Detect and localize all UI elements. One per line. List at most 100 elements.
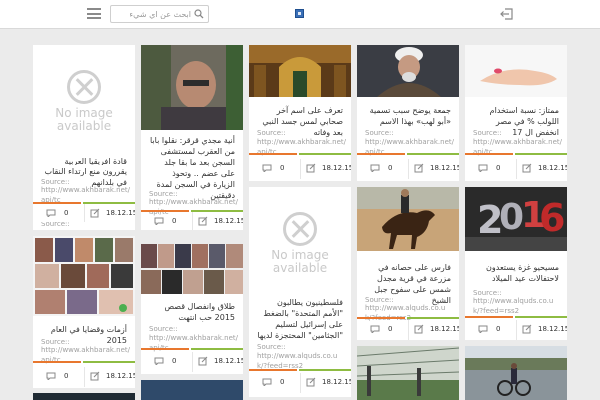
card-date: 18.12.15 (106, 209, 135, 217)
comment-icon[interactable] (154, 217, 164, 225)
comment-icon[interactable] (370, 164, 380, 172)
comment-count: 0 (280, 164, 285, 172)
card-footer: 0 18.12.15 (141, 212, 243, 230)
site-logo-icon[interactable] (295, 9, 304, 18)
edit-icon[interactable] (522, 324, 532, 334)
no-image-icon (283, 212, 317, 246)
edit-icon[interactable] (198, 216, 208, 226)
card-date: 18.12.15 (430, 325, 459, 333)
news-card[interactable]: No image available فلسطينيون يطالبون "ال… (249, 187, 351, 397)
comment-count: 0 (280, 378, 285, 386)
card-image[interactable] (33, 236, 135, 316)
no-image-icon (67, 70, 101, 104)
card-color-bar (465, 316, 567, 318)
comment-count: 0 (388, 164, 393, 172)
news-card[interactable]: أزمات وقضايا في العام 2015 Source:: http… (33, 236, 135, 388)
logout-icon[interactable] (500, 7, 514, 21)
comment-count: 0 (64, 372, 69, 380)
edit-icon[interactable] (90, 371, 100, 381)
card-date: 18.12.15 (214, 357, 243, 365)
comment-icon[interactable] (370, 325, 380, 333)
edit-icon[interactable] (306, 377, 316, 387)
edit-icon[interactable] (522, 163, 532, 173)
card-image[interactable] (357, 346, 459, 400)
comment-icon[interactable] (478, 164, 488, 172)
card-image[interactable] (465, 45, 567, 97)
card-image[interactable] (357, 45, 459, 97)
card-footer: 0 18.12.15 (249, 373, 351, 393)
news-card[interactable] (33, 393, 135, 400)
no-image-label: No image available (55, 106, 113, 133)
comment-icon[interactable] (46, 372, 56, 380)
comment-count: 0 (172, 217, 177, 225)
card-title[interactable]: مسيحيو غزة يستعدون لاحتفالات عيد الميلاد (473, 262, 559, 284)
card-color-bar (33, 361, 135, 363)
hamburger-menu-icon[interactable] (87, 8, 101, 19)
card-color-bar (249, 153, 351, 155)
search-box[interactable] (110, 5, 209, 23)
card-title[interactable]: طلاق وانفصال قصص 2015 حب انتهت (149, 301, 235, 323)
news-card[interactable]: جمعة يوضح سبب تسمية «أبو لهب» بهذا الاسم… (357, 45, 459, 181)
news-card[interactable]: تعرف على اسم آخر صحابي لمس جسد النبي بعد… (249, 45, 351, 181)
card-date: 18.12.15 (538, 325, 567, 333)
card-date: 18.12.15 (322, 378, 351, 386)
card-date: 18.12.15 (430, 164, 459, 172)
card-source-url[interactable]: http://www.alquds.co.uk/?feed=rss2 (473, 296, 563, 316)
edit-icon[interactable] (198, 356, 208, 366)
card-footer: 0 18.12.15 (465, 159, 567, 179)
comment-icon[interactable] (46, 209, 56, 217)
no-image-label: No image available (271, 248, 329, 275)
card-image[interactable]: 2 0 1 6 (465, 187, 567, 251)
card-image[interactable] (465, 346, 567, 400)
card-image[interactable] (33, 393, 135, 400)
comment-count: 0 (388, 325, 393, 333)
sheikh-photo (357, 45, 459, 97)
comment-icon[interactable] (154, 357, 164, 365)
card-footer: 0 18.12.15 (357, 159, 459, 179)
news-card-meta: قادة افريقيا العربية يقررون منع ارتداء ا… (33, 165, 135, 222)
svg-text:6: 6 (539, 196, 565, 240)
card-footer: 0 18.12.15 (33, 204, 135, 222)
card-date: 18.12.15 (322, 164, 351, 172)
search-input[interactable] (113, 8, 191, 20)
news-card[interactable] (357, 346, 459, 400)
horse-rider-photo (357, 187, 459, 251)
card-title[interactable]: فلسطينيون يطالبون "الأمم المتحدة" بالضغط… (257, 297, 343, 341)
card-image[interactable] (141, 45, 243, 130)
card-date: 18.12.15 (538, 164, 567, 172)
couples-collage-photo (141, 244, 243, 294)
card-footer: 0 18.12.15 (33, 367, 135, 387)
card-footer: 0 18.12.15 (249, 159, 351, 179)
edit-icon[interactable] (414, 163, 424, 173)
news-card[interactable]: ممتاز: نسبة استخدام اللولب % في مصر انخف… (465, 45, 567, 181)
edit-icon[interactable] (414, 324, 424, 334)
card-source-url[interactable]: http://www.akhbarak.net/api/tc (149, 333, 239, 353)
card-footer: 0 18.12.15 (141, 352, 243, 372)
collage-photo (33, 236, 135, 316)
news-card[interactable] (465, 346, 567, 400)
comment-icon[interactable] (262, 378, 272, 386)
card-title[interactable]: جمعة يوضح سبب تسمية «أبو لهب» بهذا الاسم (365, 105, 451, 127)
card-color-bar (141, 348, 243, 350)
card-source-url[interactable]: http://www.alquds.co.uk/?feed=rss2 (257, 351, 347, 371)
top-bar (0, 0, 600, 29)
edit-icon[interactable] (306, 163, 316, 173)
card-image[interactable] (141, 244, 243, 294)
greenhouse-photo (357, 346, 459, 400)
card-color-bar (357, 153, 459, 155)
no-image-placeholder: No image available (33, 45, 135, 150)
card-date: 18.12.15 (214, 217, 243, 225)
comment-icon[interactable] (262, 164, 272, 172)
card-image[interactable] (357, 187, 459, 251)
news-card[interactable]: فارس على حصانه في مزرعة في قرية مجدل شمس… (357, 187, 459, 340)
news-card[interactable]: طلاق وانفصال قصص 2015 حب انتهت Source:: … (141, 244, 243, 374)
card-image[interactable] (141, 380, 243, 400)
search-icon[interactable] (194, 9, 204, 19)
card-image[interactable] (249, 45, 351, 97)
flood-photo (465, 346, 567, 400)
news-card[interactable] (141, 380, 243, 400)
news-card[interactable]: 2 0 1 6 مسيحيو غزة يستعدون لاحتفالات عيد… (465, 187, 567, 340)
edit-icon[interactable] (90, 208, 100, 218)
news-card[interactable]: أنية مجدي قرقر: نقلوا بابا من العقرب لمس… (141, 45, 243, 230)
comment-icon[interactable] (478, 325, 488, 333)
